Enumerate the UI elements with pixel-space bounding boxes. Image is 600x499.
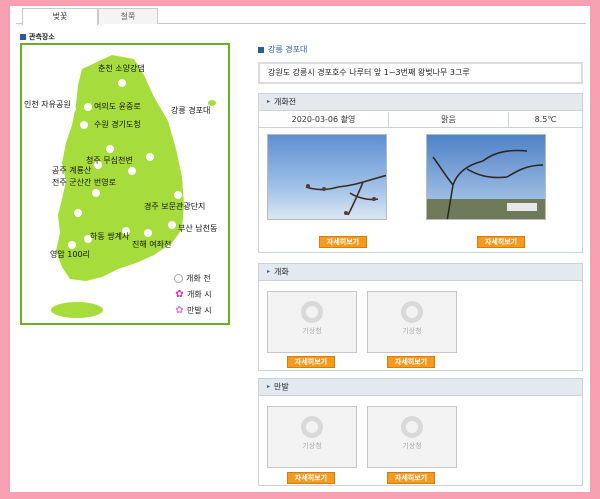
site-dot-extra-2 — [74, 209, 82, 217]
detail-button[interactable]: 자세히보기 — [287, 356, 335, 368]
section-before-bloom: ▸ 개화전 2020-03-06 촬영 맑음 8.5℃ 자세히보기 자세히보기 — [258, 93, 583, 253]
placeholder-thumbnail[interactable]: 기상청 — [267, 406, 357, 468]
kma-logo-icon — [401, 301, 423, 323]
legend-bloom: ✿ 개화 시 — [175, 289, 212, 300]
city-label[interactable]: 영암 100리 — [50, 249, 90, 260]
detail-button[interactable]: 자세히보기 — [287, 472, 335, 484]
city-label[interactable]: 경주 보문관광단지 — [144, 201, 205, 212]
site-dot-jinhae — [144, 229, 152, 237]
detail-button[interactable]: 자세히보기 — [387, 356, 435, 368]
placeholder-thumbnail[interactable]: 기상청 — [267, 291, 357, 353]
city-label[interactable]: 수원 경기도청 — [94, 119, 141, 130]
section-full-bloom: ▸ 만발 기상청 기상청 자세히보기 자세히보기 — [258, 378, 583, 486]
site-dot-suwon — [80, 121, 88, 129]
observation-date: 2020-03-06 촬영 — [259, 112, 389, 127]
square-bullet-icon — [258, 46, 264, 53]
site-dot-yeouido — [84, 103, 92, 111]
tree-photo-image — [427, 135, 545, 219]
site-dot-cheongju — [106, 145, 114, 153]
observation-temperature: 8.5℃ — [534, 115, 557, 124]
section-heading: ▸ 개화전 — [259, 94, 582, 111]
city-label[interactable]: 인천 자유공원 — [24, 99, 71, 110]
city-label[interactable]: 춘천 소양강댐 — [98, 63, 145, 74]
site-title: 강릉 경포대 — [258, 44, 307, 55]
site-dot-extra-4 — [128, 167, 136, 175]
open-circle-icon — [174, 274, 183, 283]
city-label[interactable]: 공주 계룡산 — [52, 165, 91, 176]
flower-icon: ✿ — [175, 289, 184, 300]
kma-logo-icon — [401, 416, 423, 438]
site-dot-jeonju — [92, 189, 100, 197]
city-label[interactable]: 전주 군산간 번영로 — [52, 177, 116, 188]
section-heading: ▸ 만발 — [259, 379, 582, 396]
site-dot-yeongam — [68, 241, 76, 249]
site-dot-extra-1 — [146, 153, 154, 161]
placeholder-thumbnail[interactable]: 기상청 — [367, 291, 457, 353]
tab-cherry-blossom[interactable]: 벚꽃 — [22, 8, 98, 25]
section-bloom: ▸ 개화 기상청 기상청 자세히보기 자세히보기 — [258, 263, 583, 371]
flower-icon: ✿ — [175, 305, 184, 316]
site-address: 강원도 강릉시 경포호수 나루터 앞 1~3번째 왕벚나무 3그루 — [258, 62, 583, 84]
tree-photo-image — [268, 135, 386, 219]
city-label[interactable]: 청주 무심천변 — [86, 155, 133, 166]
detail-button[interactable]: 자세히보기 — [319, 236, 367, 248]
city-label[interactable]: 진해 여좌천 — [132, 239, 171, 250]
section-heading: ▸ 개화 — [259, 264, 582, 281]
site-dot-gyeongju — [174, 191, 182, 199]
kma-logo-icon — [301, 416, 323, 438]
tab-bar: 벚꽃 철쭉 — [16, 6, 586, 25]
legend-full-bloom: ✿ 만발 시 — [175, 305, 212, 316]
jeju-island-shape — [51, 302, 103, 318]
city-label[interactable]: 부산 남천동 — [178, 223, 217, 234]
placeholder-thumbnail[interactable]: 기상청 — [367, 406, 457, 468]
page-frame: 벚꽃 철쭉 관측장소 춘천 소양강댐 인천 자유공원 여의도 윤중로 강릉 경포… — [10, 6, 590, 492]
detail-button[interactable]: 자세히보기 — [477, 236, 525, 248]
observation-info-row: 2020-03-06 촬영 맑음 8.5℃ — [259, 112, 582, 128]
site-dot-chuncheon — [118, 79, 126, 87]
observation-weather: 맑음 — [389, 112, 509, 127]
observation-map: 춘천 소양강댐 인천 자유공원 여의도 윤중로 강릉 경포대 수원 경기도청 청… — [20, 43, 230, 325]
city-label[interactable]: 하동 쌍계사 — [90, 231, 129, 242]
legend-before-bloom: 개화 전 — [174, 273, 211, 284]
triangle-bullet-icon: ▸ — [267, 383, 271, 390]
photo-before-bloom-2[interactable] — [426, 134, 546, 220]
city-label[interactable]: 강릉 경포대 — [171, 105, 210, 116]
detail-button[interactable]: 자세히보기 — [387, 472, 435, 484]
observation-sites-label: 관측장소 — [20, 32, 55, 42]
tab-azalea[interactable]: 철쭉 — [98, 8, 158, 24]
triangle-bullet-icon: ▸ — [267, 268, 271, 275]
kma-logo-icon — [301, 301, 323, 323]
triangle-bullet-icon: ▸ — [267, 98, 271, 105]
photo-before-bloom-1[interactable] — [267, 134, 387, 220]
city-label[interactable]: 여의도 윤중로 — [94, 101, 141, 112]
square-bullet-icon — [20, 34, 26, 40]
site-dot-busan — [168, 221, 176, 229]
